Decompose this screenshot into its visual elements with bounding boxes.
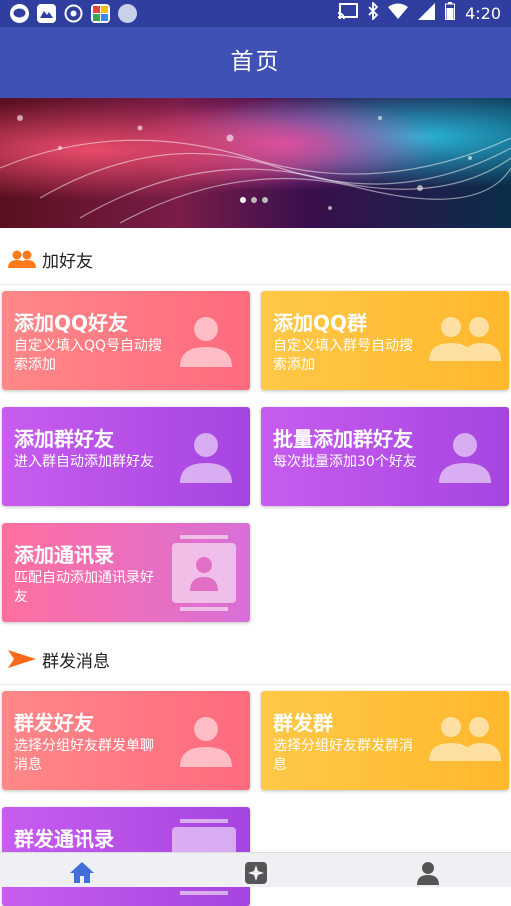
chat-icon	[10, 4, 29, 23]
carousel-dot[interactable]	[262, 197, 268, 203]
section-title: 加好友	[42, 251, 93, 272]
circle-app-icon	[118, 4, 137, 23]
card-description: 进入群自动添加群好友	[14, 454, 154, 470]
notification-icons	[10, 4, 137, 23]
bottom-tab-bar	[0, 852, 511, 887]
card-description: 选择分组好友群发群消息	[273, 738, 413, 773]
group-icon	[429, 715, 501, 767]
system-icons: 4:20	[337, 0, 501, 24]
send-icon	[8, 648, 36, 670]
person-icon	[180, 315, 232, 371]
card-title: 群发群	[273, 711, 333, 735]
carousel-dot[interactable]	[251, 197, 257, 203]
bluetooth-icon	[368, 0, 379, 24]
photos-icon	[91, 4, 110, 23]
app-bar: 首页	[0, 27, 511, 98]
tab-home[interactable]	[52, 861, 112, 885]
group-icon	[429, 315, 501, 367]
card-title: 添加通讯录	[14, 543, 114, 567]
signal-icon	[418, 2, 436, 24]
card-description: 每次批量添加30个好友	[273, 454, 417, 470]
person-icon	[439, 431, 491, 487]
add-qq-friend-card[interactable]: 添加QQ好友 自定义填入QQ号自动搜索添加	[2, 291, 250, 390]
card-description: 选择分组好友群发单聊消息	[14, 738, 154, 773]
page-title: 首页	[230, 49, 281, 75]
banner-image	[0, 115, 511, 224]
card-description: 匹配自动添加通讯录好友	[14, 570, 154, 605]
card-title: 添加QQ群	[273, 311, 368, 335]
flower-icon	[64, 4, 83, 23]
add-qq-group-card[interactable]: 添加QQ群 自定义填入群号自动搜索添加	[261, 291, 509, 390]
carousel-dot[interactable]	[240, 197, 246, 203]
card-title: 添加群好友	[14, 427, 114, 451]
home-icon	[69, 861, 95, 885]
wifi-icon	[388, 3, 409, 23]
section-header-add-friends: 加好友	[0, 234, 511, 285]
user-icon	[417, 861, 439, 885]
mass-send-friends-card[interactable]: 群发好友 选择分组好友群发单聊消息	[2, 691, 250, 790]
card-description: 自定义填入群号自动搜索添加	[273, 338, 413, 373]
cast-icon	[337, 3, 359, 23]
banner-carousel[interactable]	[0, 98, 511, 228]
card-title: 添加QQ好友	[14, 311, 129, 335]
batch-add-group-friend-card[interactable]: 批量添加群好友 每次批量添加30个好友	[261, 407, 509, 506]
tab-discover[interactable]	[226, 861, 286, 885]
card-title: 群发通讯录	[14, 827, 114, 851]
status-bar: 4:20	[0, 0, 511, 27]
image-icon	[37, 4, 56, 23]
section-header-mass-message: 群发消息	[0, 634, 511, 685]
clock-time: 4:20	[465, 3, 501, 23]
person-icon	[180, 715, 232, 771]
mass-send-groups-card[interactable]: 群发群 选择分组好友群发群消息	[261, 691, 509, 790]
card-description: 自定义填入QQ号自动搜索添加	[14, 338, 163, 373]
people-icon	[8, 248, 36, 270]
tab-me[interactable]	[398, 861, 458, 885]
add-group-friend-card[interactable]: 添加群好友 进入群自动添加群好友	[2, 407, 250, 506]
card-title: 批量添加群好友	[273, 427, 413, 451]
contact-card-icon	[172, 535, 236, 615]
section-title: 群发消息	[42, 651, 110, 672]
battery-icon	[445, 2, 456, 24]
person-icon	[180, 431, 232, 487]
carousel-indicator	[240, 197, 268, 203]
add-contacts-card[interactable]: 添加通讯录 匹配自动添加通讯录好友	[2, 523, 250, 622]
sparkle-icon	[244, 861, 268, 885]
card-title: 群发好友	[14, 711, 94, 735]
